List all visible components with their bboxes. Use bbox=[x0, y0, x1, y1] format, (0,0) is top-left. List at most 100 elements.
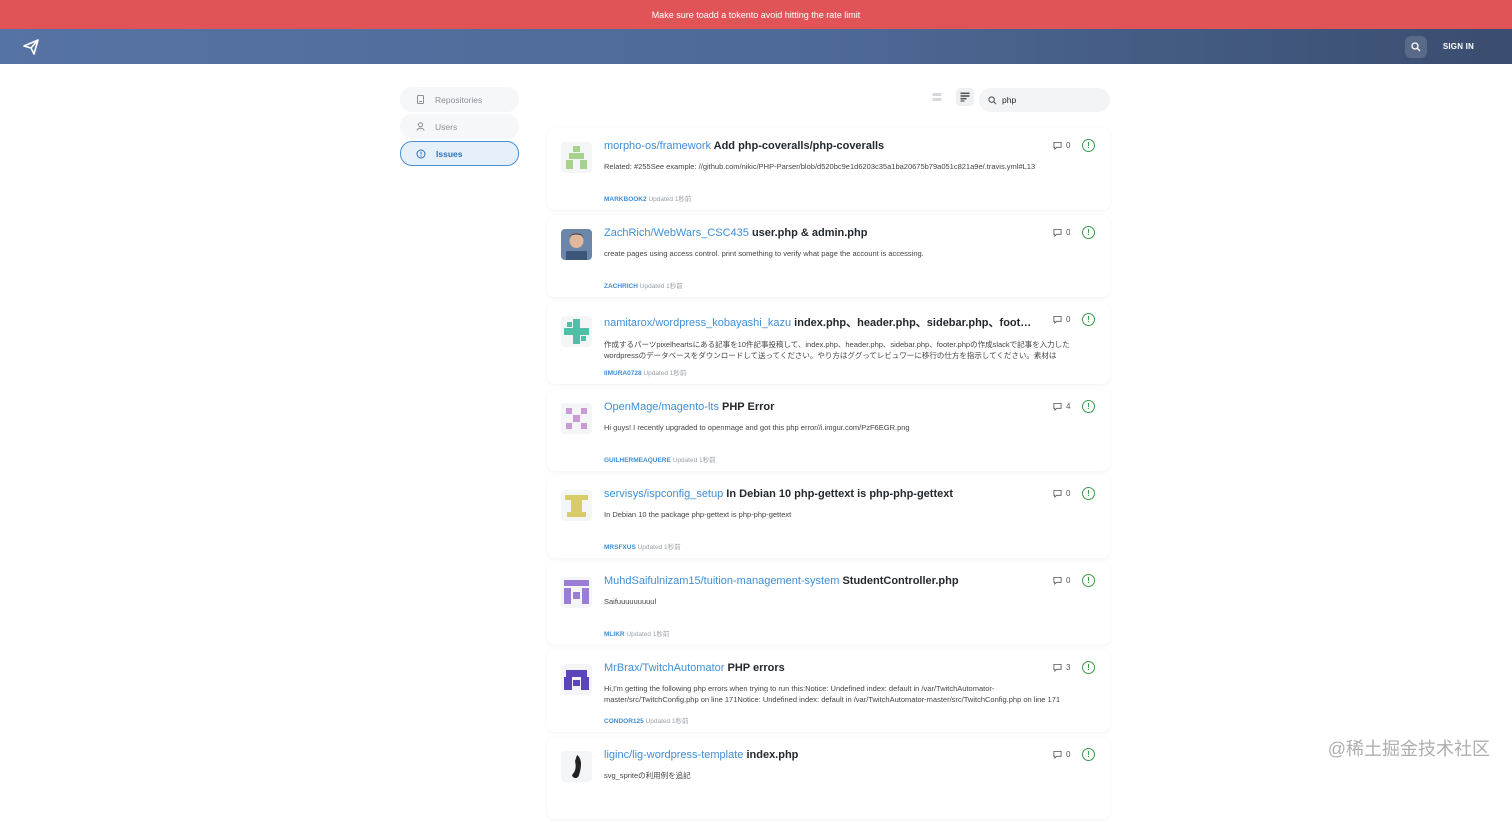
sidebar: Repositories Users Issues bbox=[400, 87, 519, 168]
issue-author[interactable]: ZACHRICH bbox=[604, 283, 638, 290]
sidebar-item-label: Users bbox=[435, 122, 457, 132]
repo-link[interactable]: servisys/ispconfig_setup bbox=[604, 488, 723, 500]
repo-link[interactable]: namitarox/wordpress_kobayashi_kazu bbox=[604, 317, 791, 329]
comment-icon bbox=[1053, 228, 1062, 237]
sidebar-item-issues[interactable]: Issues bbox=[400, 141, 519, 166]
comment-icon bbox=[1053, 315, 1062, 324]
issue-title[interactable]: morpho-os/framework Add php-coveralls/ph… bbox=[604, 140, 1034, 152]
issue-title[interactable]: namitarox/wordpress_kobayashi_kazu index… bbox=[604, 314, 1034, 330]
issue-author[interactable]: MARKBOOK2 bbox=[604, 196, 647, 203]
avatar bbox=[561, 664, 592, 695]
issue-meta: CONDOR125 Updated 1秒前 bbox=[604, 715, 689, 725]
issue-description: Saifuuuuuuuuul bbox=[604, 596, 1079, 618]
comment-icon bbox=[1053, 663, 1062, 672]
avatar bbox=[561, 229, 592, 260]
search-field[interactable] bbox=[979, 88, 1110, 112]
repo-link[interactable]: liginc/lig-wordpress-template bbox=[604, 749, 743, 761]
comment-icon bbox=[1053, 750, 1062, 759]
issues-list: morpho-os/framework Add php-coveralls/ph… bbox=[547, 128, 1110, 824]
comment-count: 3 bbox=[1053, 663, 1070, 672]
avatar bbox=[561, 403, 592, 434]
comment-count: 0 bbox=[1053, 750, 1070, 759]
repo-link[interactable]: MuhdSaifulnizam15/tuition-management-sys… bbox=[604, 575, 839, 587]
avatar bbox=[561, 490, 592, 521]
issue-meta: ZACHRICH Updated 1秒前 bbox=[604, 280, 683, 290]
issue-meta: MLIKR Updated 1秒前 bbox=[604, 628, 669, 638]
issue-description: Related: #255See example: //github.com/n… bbox=[604, 161, 1079, 183]
banner-text: Make sure toadd a tokento avoid hitting … bbox=[652, 10, 861, 20]
issue-author[interactable]: CONDOR125 bbox=[604, 718, 644, 725]
issue-title[interactable]: OpenMage/magento-lts PHP Error bbox=[604, 401, 1034, 413]
comment-count: 0 bbox=[1053, 141, 1070, 150]
comment-count: 0 bbox=[1053, 315, 1070, 324]
issue-card[interactable]: ZachRich/WebWars_CSC435 user.php & admin… bbox=[547, 215, 1110, 297]
issue-title[interactable]: ZachRich/WebWars_CSC435 user.php & admin… bbox=[604, 227, 1034, 239]
grid-view-icon bbox=[932, 92, 942, 102]
sidebar-item-label: Repositories bbox=[435, 95, 482, 105]
avatar bbox=[561, 142, 592, 173]
issue-icon bbox=[416, 149, 426, 159]
rate-limit-banner: Make sure toadd a tokento avoid hitting … bbox=[0, 0, 1512, 29]
repo-icon bbox=[415, 95, 425, 105]
issue-meta: IIMURA0728 Updated 1秒前 bbox=[604, 367, 686, 377]
list-view-button[interactable] bbox=[956, 88, 974, 106]
issue-title[interactable]: servisys/ispconfig_setup In Debian 10 ph… bbox=[604, 488, 1034, 500]
watermark: @稀土掘金技术社区 bbox=[1328, 735, 1490, 761]
comment-icon bbox=[1053, 141, 1062, 150]
paper-plane-icon[interactable] bbox=[22, 38, 40, 56]
repo-link[interactable]: MrBrax/TwitchAutomator bbox=[604, 662, 724, 674]
open-issue-icon: ! bbox=[1082, 226, 1095, 239]
issue-description: create pages using access control. print… bbox=[604, 248, 1079, 270]
sidebar-item-repositories[interactable]: Repositories bbox=[400, 87, 519, 112]
avatar bbox=[561, 751, 592, 782]
open-issue-icon: ! bbox=[1082, 574, 1095, 587]
issue-meta: GUILHERMEAQUERE Updated 1秒前 bbox=[604, 454, 716, 464]
issue-author[interactable]: MRSFXUS bbox=[604, 544, 636, 551]
open-issue-icon: ! bbox=[1082, 748, 1095, 761]
issue-card[interactable]: OpenMage/magento-lts PHP Error Hi guys! … bbox=[547, 389, 1110, 471]
issue-description: svg_spriteの利用例を追記 bbox=[604, 770, 1079, 792]
open-issue-icon: ! bbox=[1082, 400, 1095, 413]
grid-view-button[interactable] bbox=[928, 88, 946, 106]
issue-card[interactable]: namitarox/wordpress_kobayashi_kazu index… bbox=[547, 302, 1110, 384]
issue-description: Hi guys! I recently upgraded to openmage… bbox=[604, 422, 1079, 444]
issue-description: In Debian 10 the package php-gettext is … bbox=[604, 509, 1079, 531]
issue-title[interactable]: MuhdSaifulnizam15/tuition-management-sys… bbox=[604, 575, 1034, 587]
issue-author[interactable]: IIMURA0728 bbox=[604, 370, 642, 377]
open-issue-icon: ! bbox=[1082, 313, 1095, 326]
top-navbar: SIGN IN bbox=[0, 29, 1512, 64]
comment-count: 0 bbox=[1053, 576, 1070, 585]
issue-card[interactable]: MuhdSaifulnizam15/tuition-management-sys… bbox=[547, 563, 1110, 645]
issue-card[interactable]: MrBrax/TwitchAutomator PHP errors Hi,I'm… bbox=[547, 650, 1110, 732]
search-input[interactable] bbox=[1002, 95, 1102, 105]
comment-count: 0 bbox=[1053, 489, 1070, 498]
issue-title[interactable]: liginc/lig-wordpress-template index.php bbox=[604, 749, 1034, 761]
comment-icon bbox=[1053, 576, 1062, 585]
repo-link[interactable]: morpho-os/framework bbox=[604, 140, 711, 152]
comment-icon bbox=[1053, 489, 1062, 498]
avatar bbox=[561, 316, 592, 347]
issue-card[interactable]: liginc/lig-wordpress-template index.php … bbox=[547, 737, 1110, 819]
user-icon bbox=[415, 122, 425, 132]
repo-link[interactable]: ZachRich/WebWars_CSC435 bbox=[604, 227, 749, 239]
comment-icon bbox=[1053, 402, 1062, 411]
issue-description: Hi,I'm getting the following php errors … bbox=[604, 683, 1079, 705]
list-view-icon bbox=[960, 92, 970, 102]
issue-title[interactable]: MrBrax/TwitchAutomator PHP errors bbox=[604, 662, 1034, 674]
sidebar-item-users[interactable]: Users bbox=[400, 114, 519, 139]
open-issue-icon: ! bbox=[1082, 661, 1095, 674]
avatar bbox=[561, 577, 592, 608]
view-toggle bbox=[928, 88, 974, 106]
search-button[interactable] bbox=[1405, 36, 1427, 58]
comment-count: 4 bbox=[1053, 402, 1070, 411]
issue-meta: MARKBOOK2 Updated 1秒前 bbox=[604, 193, 691, 203]
issue-card[interactable]: servisys/ispconfig_setup In Debian 10 ph… bbox=[547, 476, 1110, 558]
sidebar-item-label: Issues bbox=[436, 149, 462, 159]
open-issue-icon: ! bbox=[1082, 139, 1095, 152]
repo-link[interactable]: OpenMage/magento-lts bbox=[604, 401, 719, 413]
issue-author[interactable]: MLIKR bbox=[604, 631, 625, 638]
open-issue-icon: ! bbox=[1082, 487, 1095, 500]
sign-in-button[interactable]: SIGN IN bbox=[1443, 42, 1474, 51]
issue-author[interactable]: GUILHERMEAQUERE bbox=[604, 457, 671, 464]
issue-card[interactable]: morpho-os/framework Add php-coveralls/ph… bbox=[547, 128, 1110, 210]
